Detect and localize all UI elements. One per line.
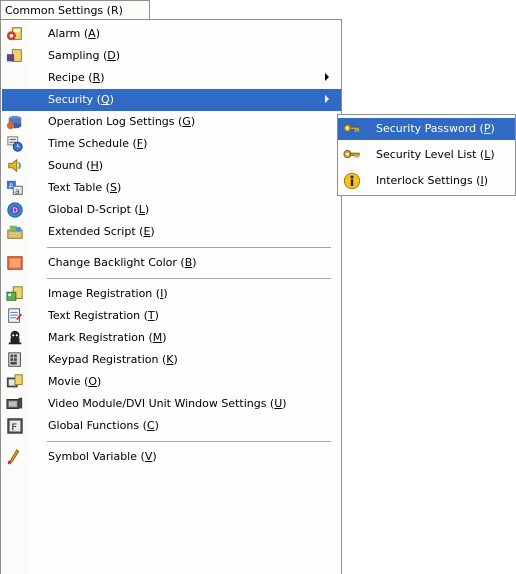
info-icon (343, 172, 361, 190)
menubar-common-settings[interactable]: Common Settings (R) (0, 0, 150, 19)
menu-item-label: Text Registration (T) (48, 309, 159, 322)
keypad-registration-icon (6, 351, 24, 369)
menu-item-extended-script[interactable]: Extended Script (E) (2, 221, 341, 243)
menu-item-label: Mark Registration (M) (48, 331, 167, 344)
menu-item-label: Image Registration (I) (48, 287, 168, 300)
movie-icon (6, 373, 24, 391)
menu-item-global-functions[interactable]: F Global Functions (C) (2, 415, 341, 437)
menu-item-label: Sampling (D) (48, 49, 121, 62)
backlight-color-icon (6, 254, 24, 272)
menu-item-label: Keypad Registration (K) (48, 353, 178, 366)
menu-item-label: Video Module/DVI Unit Window Settings (U… (48, 397, 287, 410)
sampling-icon (6, 47, 24, 65)
menu-item-label: Change Backlight Color (B) (48, 256, 197, 269)
menu-item-label: Recipe (R) (48, 71, 105, 84)
menu-item-label: Interlock Settings (I) (376, 174, 488, 187)
menu-item-security-level-list[interactable]: Security Level List (L) (338, 144, 515, 166)
key-icon (343, 146, 361, 164)
mark-registration-icon (6, 329, 24, 347)
menu-item-label: Time Schedule (F) (48, 137, 148, 150)
menu-item-global-d-script[interactable]: D Global D-Script (L) (2, 199, 341, 221)
security-submenu: Security Password (P) Security Level List… (337, 114, 516, 196)
time-schedule-icon (6, 135, 24, 153)
menu-item-image-registration[interactable]: Image Registration (I) (2, 283, 341, 305)
text-registration-icon (6, 307, 24, 325)
menu-item-change-backlight-color[interactable]: Change Backlight Color (B) (2, 252, 341, 274)
svg-text:a: a (15, 186, 19, 195)
menu-item-sampling[interactable]: Sampling (D) (2, 45, 341, 67)
menu-item-recipe[interactable]: Recipe (R) (2, 67, 341, 89)
menu-item-symbol-variable[interactable]: Symbol Variable (V) (2, 446, 341, 468)
common-settings-menu: Alarm (A) Sampling (D) Recipe (R) Security … (0, 19, 342, 574)
image-registration-icon (6, 285, 24, 303)
menu-item-label: Extended Script (E) (48, 225, 155, 238)
global-d-script-icon: D (6, 201, 24, 219)
menu-item-label: Security Level List (L) (376, 148, 495, 161)
text-table-icon: Aa (6, 179, 24, 197)
menu-item-keypad-registration[interactable]: Keypad Registration (K) (2, 349, 341, 371)
menu-item-mark-registration[interactable]: Mark Registration (M) (2, 327, 341, 349)
menu-item-label: Symbol Variable (V) (48, 450, 157, 463)
menu-item-label: Text Table (S) (48, 181, 122, 194)
menu-item-security[interactable]: Security (Q) (2, 89, 341, 111)
menu-separator (47, 278, 331, 279)
menu-item-video-module-dvi-unit-window-settings[interactable]: Video Module/DVI Unit Window Settings (U… (2, 393, 341, 415)
svg-text:F: F (11, 423, 17, 434)
menu-separator (47, 441, 331, 442)
menu-item-alarm[interactable]: Alarm (A) (2, 23, 341, 45)
submenu-arrow-icon (325, 73, 329, 81)
key-icon (343, 120, 361, 138)
menu-item-label: Security Password (P) (376, 122, 495, 135)
sound-icon (6, 157, 24, 175)
menu-item-label: Alarm (A) (48, 27, 100, 40)
menu-item-label: Operation Log Settings (G) (48, 115, 196, 128)
menu-item-interlock-settings[interactable]: Interlock Settings (I) (338, 170, 515, 192)
menu-item-sound[interactable]: Sound (H) (2, 155, 341, 177)
submenu-arrow-icon (325, 95, 329, 103)
menu-item-text-table[interactable]: Aa Text Table (S) (2, 177, 341, 199)
menu-item-text-registration[interactable]: Text Registration (T) (2, 305, 341, 327)
symbol-variable-icon (6, 448, 24, 466)
alarm-icon (6, 25, 24, 43)
svg-text:D: D (12, 206, 18, 215)
extended-script-icon (6, 223, 24, 241)
menu-item-security-password[interactable]: Security Password (P) (338, 118, 515, 140)
video-module-icon (6, 395, 24, 413)
menu-item-movie[interactable]: Movie (O) (2, 371, 341, 393)
menu-item-label: Sound (H) (48, 159, 104, 172)
menu-item-label: Security (Q) (48, 93, 114, 106)
menu-item-time-schedule[interactable]: Time Schedule (F) (2, 133, 341, 155)
global-functions-icon: F (6, 417, 24, 435)
menu-item-label: Global Functions (C) (48, 419, 159, 432)
menu-item-label: Global D-Script (L) (48, 203, 150, 216)
menu-item-label: Movie (O) (48, 375, 102, 388)
menu-separator (47, 247, 331, 248)
menu-item-operation-log-settings[interactable]: Operation Log Settings (G) (2, 111, 341, 133)
operation-log-icon (6, 113, 24, 131)
